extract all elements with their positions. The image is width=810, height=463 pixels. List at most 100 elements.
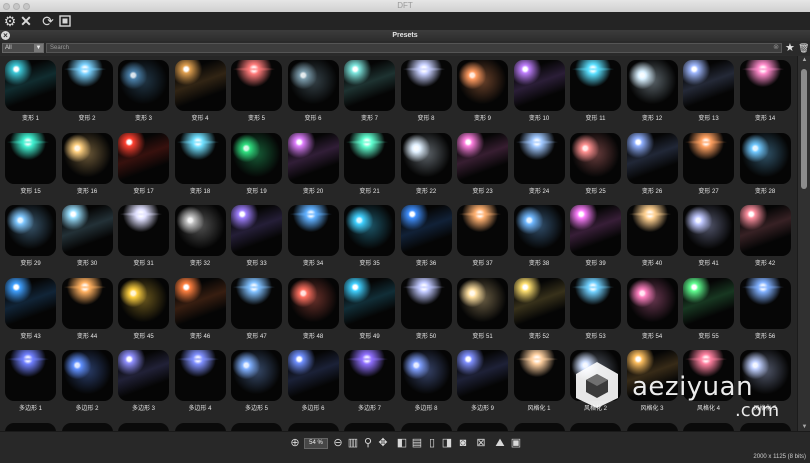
preset-thumbnail[interactable] [287,350,339,401]
preset-thumbnail[interactable] [61,350,113,401]
preset-thumbnail[interactable] [626,60,678,111]
preset-thumbnail[interactable] [400,205,452,256]
pan-move-icon[interactable]: ✥ [376,436,390,450]
preset-thumbnail[interactable] [400,422,452,431]
preset-thumbnail[interactable] [739,132,791,184]
grid-scrollbar[interactable]: ▲ ▼ [797,56,810,431]
preset-thumbnail[interactable] [400,60,452,111]
zoom-level-field[interactable]: 54 % [304,438,328,449]
zoom-out-icon[interactable]: ⊖ [331,436,345,450]
preset-thumbnail[interactable] [287,205,339,256]
star-icon[interactable]: ★ [785,41,795,55]
clear-search-icon[interactable]: ⊗ [773,44,779,52]
preset-thumbnail[interactable] [174,60,226,111]
fit-frame-icon[interactable] [57,13,73,29]
preset-thumbnail[interactable] [739,422,791,431]
preset-thumbnail[interactable] [118,422,169,431]
preset-thumbnail[interactable] [5,422,56,431]
preset-thumbnail[interactable] [61,422,113,431]
fit-frame-icon[interactable]: ⊠ [474,436,488,450]
preset-thumbnail[interactable] [683,277,734,329]
preset-thumbnail[interactable] [344,205,395,256]
preset-thumbnail[interactable] [231,350,282,401]
preset-thumbnail[interactable] [344,277,395,329]
preset-thumbnail[interactable] [457,60,508,111]
side-by-side-icon[interactable]: ▤ [410,436,424,450]
refresh-icon[interactable]: ⟳ [40,13,56,29]
preset-thumbnail[interactable] [683,205,734,256]
preset-thumbnail[interactable] [570,60,621,111]
preset-thumbnail[interactable] [344,132,395,184]
preset-thumbnail[interactable] [61,60,113,111]
preset-thumbnail[interactable] [626,205,678,256]
preset-thumbnail[interactable] [683,132,734,184]
preset-thumbnail[interactable] [287,132,339,184]
wipe-view-icon[interactable]: ▯ [425,436,439,450]
preset-thumbnail[interactable] [174,277,226,329]
preset-thumbnail[interactable] [5,205,56,256]
preset-thumbnail[interactable] [118,205,169,256]
preset-thumbnail[interactable] [513,422,565,431]
preset-thumbnail[interactable] [174,422,226,431]
mountain-image-icon[interactable]: ⛰ [493,436,507,450]
preset-thumbnail[interactable] [174,205,226,256]
preset-thumbnail[interactable] [570,422,621,431]
scroll-up-arrow-icon[interactable]: ▲ [801,57,808,63]
preset-thumbnail[interactable] [5,277,56,329]
preset-thumbnail[interactable] [457,277,508,329]
preset-thumbnail[interactable] [61,205,113,256]
preset-thumbnail[interactable] [626,132,678,184]
trash-icon[interactable]: 🗑 [798,41,809,55]
preset-thumbnail[interactable] [739,60,791,111]
preset-thumbnail[interactable] [457,422,508,431]
category-select[interactable]: All ▼ [2,43,44,53]
preset-thumbnail[interactable] [513,60,565,111]
magnifier-icon[interactable]: ⚲ [361,436,375,450]
scrollbar-thumb[interactable] [801,69,807,189]
preset-thumbnail[interactable] [683,422,734,431]
preset-thumbnail[interactable] [626,422,678,431]
preset-thumbnail[interactable] [118,60,169,111]
preset-thumbnail[interactable] [287,277,339,329]
display-view-icon[interactable]: ▣ [509,436,523,450]
preset-thumbnail[interactable] [513,277,565,329]
preset-thumbnail[interactable] [739,205,791,256]
preset-thumbnail[interactable] [457,350,508,401]
preset-thumbnail[interactable] [174,350,226,401]
search-input[interactable]: Search ⊗ [46,43,782,53]
close-x-icon[interactable]: ✕ [18,13,34,29]
preset-thumbnail[interactable] [118,132,169,184]
preset-thumbnail[interactable] [400,277,452,329]
preset-thumbnail[interactable] [344,350,395,401]
preset-thumbnail[interactable] [61,277,113,329]
gear-icon[interactable]: ⚙ [2,13,18,29]
preset-thumbnail[interactable] [231,132,282,184]
preset-thumbnail[interactable] [231,277,282,329]
preset-thumbnail[interactable] [174,132,226,184]
preset-thumbnail[interactable] [570,277,621,329]
split-view-icon[interactable]: ◧ [395,436,409,450]
preset-thumbnail[interactable] [400,350,452,401]
preset-thumbnail[interactable] [344,422,395,431]
preset-thumbnail[interactable] [400,132,452,184]
preset-thumbnail[interactable] [5,350,56,401]
preset-thumbnail[interactable] [683,60,734,111]
preset-thumbnail[interactable] [287,60,339,111]
preset-thumbnail[interactable] [5,60,56,111]
preset-thumbnail[interactable] [570,132,621,184]
snapshot-camera-icon[interactable]: ◙ [456,436,470,450]
preset-thumbnail[interactable] [231,422,282,431]
preset-thumbnail[interactable] [118,277,169,329]
preset-thumbnail[interactable] [513,132,565,184]
preset-thumbnail[interactable] [513,350,565,401]
preset-thumbnail[interactable] [231,60,282,111]
preset-thumbnail[interactable] [739,277,791,329]
preset-thumbnail[interactable] [513,205,565,256]
zoom-in-icon[interactable]: ⊕ [288,436,302,450]
preset-thumbnail[interactable] [287,422,339,431]
preset-thumbnail[interactable] [344,60,395,111]
preset-thumbnail[interactable] [570,205,621,256]
preset-thumbnail[interactable] [457,132,508,184]
preset-thumbnail[interactable] [118,350,169,401]
preset-thumbnail[interactable] [231,205,282,256]
